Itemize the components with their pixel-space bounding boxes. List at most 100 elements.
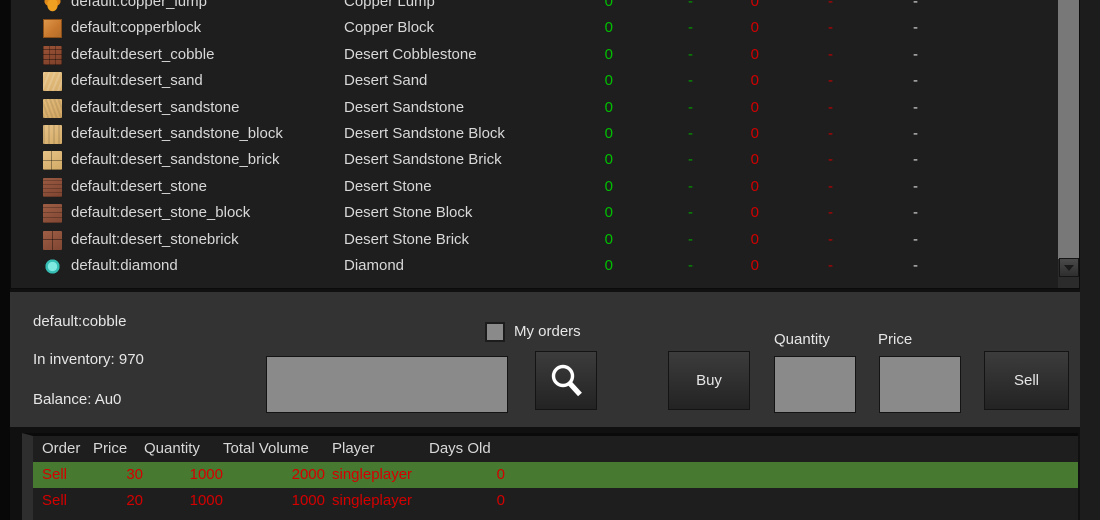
item-list-row[interactable]: default:desert_sandstone Desert Sandstone… <box>11 95 1059 121</box>
item-sell-volume: 0 <box>750 177 759 195</box>
order-days-old: 0 <box>496 466 505 483</box>
item-id: default:copper_lump <box>71 0 207 10</box>
orders-table: Order Price Quantity Total Volume Player… <box>22 433 1078 520</box>
item-name: Desert Cobblestone <box>344 45 477 63</box>
my-orders-label: My orders <box>514 323 581 340</box>
item-sell-price: - <box>828 98 833 116</box>
item-buy-price: - <box>688 151 693 169</box>
item-sell-volume: 0 <box>750 151 759 169</box>
item-sell-price: - <box>828 204 833 222</box>
item-sell-volume: 0 <box>750 72 759 90</box>
item-id: default:desert_sandstone_block <box>71 124 283 142</box>
item-id: default:copperblock <box>71 19 202 37</box>
scroll-down-arrow-icon[interactable] <box>1059 258 1079 277</box>
item-sell-volume: 0 <box>750 204 759 222</box>
desert_stone-icon <box>43 177 62 197</box>
order-total-volume: 2000 <box>291 466 325 483</box>
order-player: singleplayer <box>332 466 413 483</box>
header-price: Price <box>93 440 128 457</box>
item-list-row[interactable]: default:desert_sandstone_brick Desert San… <box>11 147 1059 173</box>
buy-button[interactable]: Buy <box>668 351 750 410</box>
my-orders-checkbox[interactable] <box>485 322 505 342</box>
item-last-price: - <box>913 256 918 274</box>
item-list-row[interactable]: default:desert_sandstone_block Desert San… <box>11 121 1059 147</box>
item-buy-price: - <box>688 256 693 274</box>
item-sell-price: - <box>828 230 833 248</box>
sell-button[interactable]: Sell <box>984 351 1069 410</box>
item-sell-price: - <box>828 177 833 195</box>
item-id: default:desert_sandstone_brick <box>71 151 280 169</box>
item-list-row[interactable]: default:diamond Diamond 0 - 0 - - <box>11 253 1059 279</box>
item-buy-volume: 0 <box>604 204 613 222</box>
item-list-row[interactable]: default:desert_stonebrick Desert Stone Br… <box>11 227 1059 253</box>
magnifier-icon <box>551 364 582 397</box>
item-id: default:desert_sandstone <box>71 98 240 116</box>
item-sell-volume: 0 <box>750 0 759 10</box>
item-list-row[interactable]: default:copperblock Copper Block 0 - 0 - - <box>11 15 1059 41</box>
item-last-price: - <box>913 98 918 116</box>
item-sell-price: - <box>828 72 833 90</box>
desert_sandstone-icon <box>43 98 62 118</box>
item-name: Diamond <box>344 256 405 274</box>
item-buy-volume: 0 <box>604 45 613 63</box>
header-quantity: Quantity <box>144 440 200 457</box>
item-list-row[interactable]: default:desert_stone_block Desert Stone B… <box>11 200 1059 226</box>
item-sell-price: - <box>828 151 833 169</box>
item-buy-volume: 0 <box>604 19 613 37</box>
item-name: Copper Block <box>344 19 435 37</box>
inventory-count-label: In inventory: 970 <box>33 351 144 368</box>
price-input[interactable] <box>879 356 961 413</box>
window-right-edge <box>1080 0 1100 520</box>
item-name: Desert Stone Brick <box>344 230 470 248</box>
item-list-row[interactable]: default:copper_lump Copper Lump 0 - 0 - - <box>11 0 1059 15</box>
item-last-price: - <box>913 177 918 195</box>
item-name: Copper Lump <box>344 0 435 10</box>
desert_sand-icon <box>43 72 62 92</box>
order-quantity: 1000 <box>189 492 223 509</box>
item-id: default:desert_stone <box>71 177 207 195</box>
order-row[interactable]: Sell 20 1000 1000 singleplayer 0 <box>33 488 1078 514</box>
desert_sandstone_brick-icon <box>43 151 62 171</box>
item-buy-price: - <box>688 204 693 222</box>
item-buy-price: - <box>688 177 693 195</box>
header-player: Player <box>332 440 375 457</box>
item-sell-volume: 0 <box>750 19 759 37</box>
order-days-old: 0 <box>496 492 505 509</box>
order-row[interactable]: Sell 30 1000 2000 singleplayer 0 <box>33 462 1078 488</box>
order-type: Sell <box>42 492 68 509</box>
price-label: Price <box>878 331 913 348</box>
item-buy-volume: 0 <box>604 151 613 169</box>
header-order: Order <box>42 440 81 457</box>
order-price: 30 <box>126 466 143 483</box>
item-list-row[interactable]: default:desert_stone Desert Stone 0 - 0 - - <box>11 174 1059 200</box>
order-price: 20 <box>126 492 143 509</box>
item-name: Desert Stone Block <box>344 204 473 222</box>
item-sell-volume: 0 <box>750 98 759 116</box>
orders-table-body: Sell 30 1000 2000 singleplayer 0 Sell 20 1000 100… <box>33 462 1078 514</box>
item-list-row[interactable]: default:desert_sand Desert Sand 0 - 0 - - <box>11 68 1059 94</box>
item-buy-volume: 0 <box>604 72 613 90</box>
chevron-down-icon <box>1064 265 1074 271</box>
item-sell-price: - <box>828 19 833 37</box>
item-buy-price: - <box>688 72 693 90</box>
search-button[interactable] <box>535 351 597 410</box>
item-name: Desert Stone <box>344 177 432 195</box>
diamond-icon <box>43 256 62 276</box>
item-list-scrollbar[interactable] <box>1058 0 1079 288</box>
item-last-price: - <box>913 151 918 169</box>
item-sell-volume: 0 <box>750 256 759 274</box>
item-list-row[interactable]: default:desert_cobble Desert Cobblestone 0… <box>11 42 1059 68</box>
item-buy-price: - <box>688 19 693 37</box>
item-buy-price: - <box>688 230 693 248</box>
item-buy-volume: 0 <box>604 124 613 142</box>
item-id: default:desert_stonebrick <box>71 230 239 248</box>
item-buy-volume: 0 <box>604 0 613 10</box>
item-buy-volume: 0 <box>604 230 613 248</box>
item-last-price: - <box>913 0 918 10</box>
search-input[interactable] <box>266 356 508 413</box>
scrollbar-thumb[interactable] <box>1058 0 1079 259</box>
item-buy-price: - <box>688 98 693 116</box>
item-sell-volume: 0 <box>750 124 759 142</box>
window-left-edge <box>0 0 10 520</box>
quantity-input[interactable] <box>774 356 856 413</box>
